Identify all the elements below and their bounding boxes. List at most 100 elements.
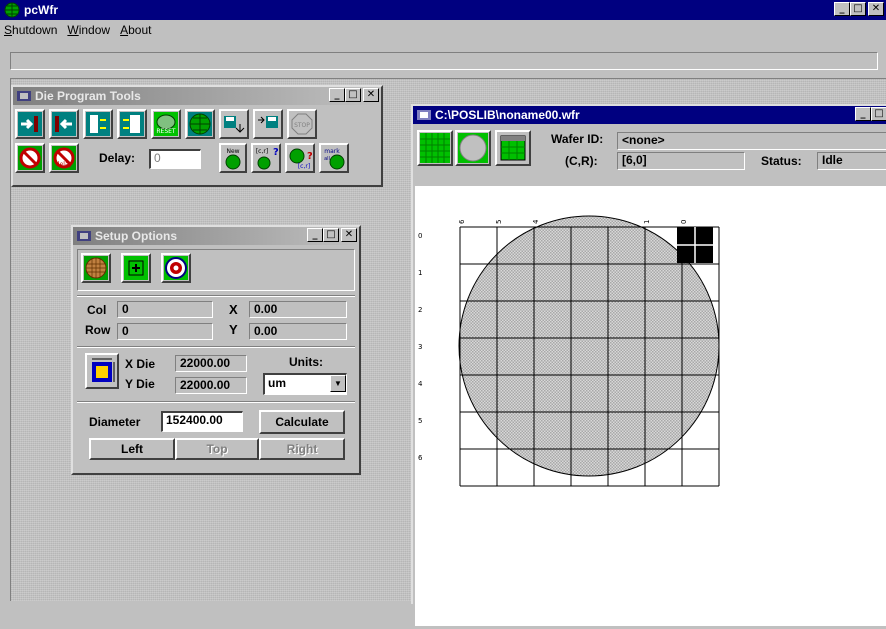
status-value: Idle: [817, 152, 886, 170]
no-delay-button[interactable]: delay: [49, 143, 79, 173]
menu-about-label: bout: [128, 23, 152, 37]
left-button[interactable]: Left: [89, 438, 175, 460]
die-tools-maximize-button[interactable]: □: [345, 88, 361, 102]
svg-text:?: ?: [307, 151, 312, 162]
menu-about[interactable]: About: [120, 23, 151, 37]
app-title: pcWfr: [24, 3, 58, 17]
prohibit-icon: [18, 146, 42, 170]
mdi-client-area: Die Program Tools _ □ ✕ RESET STOP delay…: [10, 78, 886, 626]
row-value: 0: [117, 323, 213, 340]
row-label: 3: [418, 343, 422, 351]
units-select[interactable]: um ▼: [263, 373, 347, 395]
svg-text:?: ?: [273, 147, 278, 158]
column-label: 6: [458, 219, 466, 224]
minimize-button[interactable]: _: [834, 2, 850, 16]
map-wafer-button[interactable]: [185, 109, 215, 139]
diameter-label: Diameter: [89, 415, 141, 429]
close-button[interactable]: ✕: [868, 2, 884, 16]
diameter-input[interactable]: 152400.00: [161, 411, 243, 432]
menu-shutdown[interactable]: Shutdown: [4, 23, 57, 37]
no-probe-button[interactable]: [15, 143, 45, 173]
die-size-button[interactable]: [85, 353, 119, 389]
load-die-button[interactable]: [253, 109, 283, 139]
step-arrows-icon: [86, 112, 110, 136]
right-button[interactable]: Right: [259, 438, 345, 460]
mark-all-button[interactable]: mark all: [319, 143, 349, 173]
table-view-button[interactable]: [495, 130, 531, 166]
row-label: 6: [418, 454, 423, 462]
new-globe-icon: New: [222, 146, 244, 170]
status-strip: [4, 48, 882, 76]
goto-cr-button[interactable]: [c,r]?: [251, 143, 281, 173]
wafer-circle-icon: [458, 133, 488, 163]
step-up-button[interactable]: [117, 109, 147, 139]
target-button[interactable]: [161, 253, 191, 283]
menu-about-mnemonic: A: [120, 23, 129, 37]
col-value: 0: [117, 301, 213, 318]
die-tools-minimize-button[interactable]: _: [329, 88, 345, 102]
cr-label: (C,R):: [565, 154, 598, 168]
chip-icon: [417, 110, 431, 120]
wafer-grid-button[interactable]: [81, 253, 111, 283]
setup-maximize-button[interactable]: □: [323, 228, 339, 242]
delay-input[interactable]: 0: [149, 149, 201, 169]
wafer-grid-icon: [84, 256, 108, 280]
stop-button[interactable]: STOP: [287, 109, 317, 139]
wafer-id-value: <none>: [617, 132, 886, 150]
query-cr-button[interactable]: ?[c,r]: [285, 143, 315, 173]
app-globe-icon: [4, 2, 20, 18]
y-label: Y: [229, 322, 238, 337]
grid-view-button[interactable]: [417, 130, 453, 166]
setup-title: Setup Options: [95, 229, 177, 243]
row-label: 4: [418, 380, 423, 388]
goto-die-icon: [c,r]?: [254, 146, 278, 170]
calculate-button[interactable]: Calculate: [259, 410, 345, 434]
wafer-minimize-button[interactable]: _: [855, 107, 871, 121]
svg-text:[c,r]: [c,r]: [298, 163, 310, 170]
wafer-view-button[interactable]: [455, 130, 491, 166]
die-size-icon: [88, 356, 116, 386]
wafer-globe-icon: [188, 112, 212, 136]
wafer-map-svg: 6 5 4 3 2 1 0 0 1 2 3 4 5 6: [418, 215, 720, 487]
chevron-down-icon[interactable]: ▼: [330, 375, 346, 392]
wafer-titlebar[interactable]: C:\POSLIB\noname00.wfr _ □ ✕: [413, 106, 886, 124]
status-label: Status:: [761, 154, 802, 168]
svg-text:all: all: [324, 156, 330, 162]
setup-titlebar[interactable]: Setup Options _ □ ✕: [73, 227, 359, 245]
set-origin-button[interactable]: [121, 253, 151, 283]
query-die-icon: ?[c,r]: [288, 146, 312, 170]
col-label: Col: [87, 303, 107, 317]
reset-button[interactable]: RESET: [151, 109, 181, 139]
setup-toolbar: [77, 249, 355, 291]
step-down-button[interactable]: [83, 109, 113, 139]
ydie-label: Y Die: [125, 377, 155, 391]
selected-die[interactable]: [677, 227, 713, 263]
move-right-button[interactable]: [49, 109, 79, 139]
svg-text:New: New: [226, 148, 239, 155]
origin-arrow-icon: [124, 256, 148, 280]
menu-window[interactable]: Window: [67, 23, 110, 37]
ydie-value: 22000.00: [175, 377, 247, 394]
die-program-tools-window: Die Program Tools _ □ ✕ RESET STOP delay…: [11, 85, 383, 187]
y-value: 0.00: [249, 323, 347, 340]
row-label: 0: [418, 232, 422, 240]
die-tools-titlebar[interactable]: Die Program Tools _ □ ✕: [13, 87, 381, 105]
app-titlebar[interactable]: pcWfr _ □ ✕: [0, 0, 886, 20]
mark-all-icon: markall: [322, 146, 346, 170]
new-die-button[interactable]: New: [219, 143, 247, 173]
xdie-label: X Die: [125, 357, 156, 371]
move-left-button[interactable]: [15, 109, 45, 139]
row-labels: 0 1 2 3 4 5 6: [418, 232, 423, 462]
menu-window-mnemonic: W: [67, 23, 79, 37]
wafer-title: C:\POSLIB\noname00.wfr: [435, 108, 580, 122]
svg-text:delay: delay: [56, 161, 73, 168]
green-grid-icon: [420, 133, 450, 163]
top-button[interactable]: Top: [175, 438, 259, 460]
wafer-map-canvas[interactable]: 6 5 4 3 2 1 0 0 1 2 3 4 5 6: [415, 186, 886, 626]
maximize-button[interactable]: □: [850, 2, 866, 16]
die-tools-close-button[interactable]: ✕: [363, 88, 379, 102]
setup-minimize-button[interactable]: _: [307, 228, 323, 242]
save-die-button[interactable]: [219, 109, 249, 139]
wafer-maximize-button[interactable]: □: [871, 107, 886, 121]
setup-close-button[interactable]: ✕: [341, 228, 357, 242]
